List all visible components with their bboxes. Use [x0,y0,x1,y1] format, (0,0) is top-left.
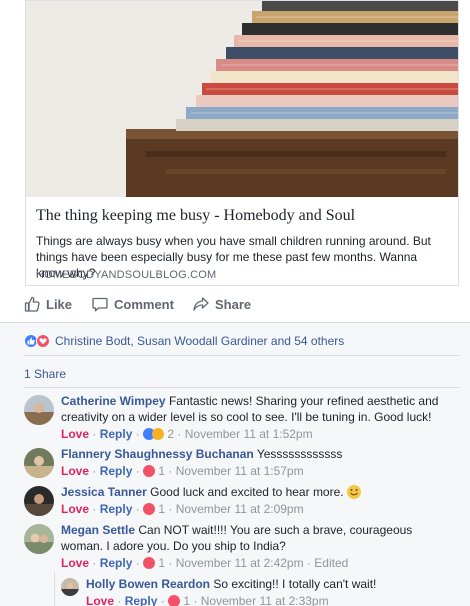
comment-body: Flannery Shaughnessy Buchanan Yessssssss… [61,446,451,479]
post-action-bar: Like Comment Share [24,292,454,318]
reaction-count[interactable]: 2 [167,427,174,441]
share-button[interactable]: Share [193,292,251,316]
comment-item: Catherine Wimpey Fantastic news! Sharing… [24,393,444,443]
edited-label[interactable]: Edited [314,556,348,570]
reply-link[interactable]: Reply [100,502,133,516]
link-preview-card[interactable]: The thing keeping me busy - Homebody and… [25,0,459,286]
like-button[interactable]: Like [24,292,72,316]
quilts-illustration [26,1,458,197]
love-reaction-icon [36,334,50,348]
love-link[interactable]: Love [61,464,89,478]
haha-reaction-icon [152,428,165,440]
share-count[interactable]: 1 Share [24,367,66,381]
love-link[interactable]: Love [86,594,114,606]
comment-author[interactable]: Jessica Tanner [61,485,147,499]
comment-meta: Love · Reply · 2 · November 11 at 1:52pm [61,427,313,441]
avatar[interactable] [24,448,54,478]
avatar[interactable] [24,524,54,554]
love-reaction-icon [168,595,181,606]
avatar[interactable] [61,578,79,596]
reply-body: Holly Bowen Reardon So exciting!! I tota… [86,576,456,606]
love-reaction-icon [143,503,156,515]
comment-timestamp[interactable]: November 11 at 2:09pm [176,502,304,516]
comment-meta: Love · Reply · 1 · November 11 at 2:42pm… [61,556,349,570]
reply-link[interactable]: Reply [100,427,133,441]
comment-button[interactable]: Comment [92,292,174,316]
reaction-count[interactable]: 1 [158,502,165,516]
reply-timestamp[interactable]: November 11 at 2:33pm [201,594,329,606]
reply-author[interactable]: Holly Bowen Reardon [86,577,210,591]
share-label: Share [215,296,252,312]
love-reaction-icon [143,557,156,569]
reactors-text[interactable]: Christine Bodt, Susan Woodall Gardiner a… [55,334,344,348]
comment-meta: Love · Reply · 1 · November 11 at 2:09pm [61,502,304,516]
comment-timestamp[interactable]: November 11 at 1:57pm [176,464,304,478]
reply-link[interactable]: Reply [125,594,158,606]
reply-link[interactable]: Reply [100,556,133,570]
love-link[interactable]: Love [61,427,89,441]
share-arrow-icon [193,297,209,311]
comment-timestamp[interactable]: November 11 at 1:52pm [185,427,313,441]
love-link[interactable]: Love [61,556,89,570]
comment-meta: Love · Reply · 1 · November 11 at 1:57pm [61,464,304,478]
love-link[interactable]: Love [61,502,89,516]
comment-item: Jessica Tanner Good luck and excited to … [24,484,444,518]
reply-thread-line [54,572,55,606]
link-title[interactable]: The thing keeping me busy - Homebody and… [36,207,355,225]
thumbs-up-icon [24,296,40,312]
reply-text: So exciting!! I totally can't wait! [213,577,377,591]
comment-body: Catherine Wimpey Fantastic news! Sharing… [61,393,451,442]
divider [24,355,460,356]
comment-item: Megan Settle Can NOT wait!!!! You are su… [24,522,444,570]
comment-text: Good luck and excited to hear more. [150,485,344,499]
comment-item: Flannery Shaughnessy Buchanan Yessssssss… [24,446,444,478]
comment-body: Megan Settle Can NOT wait!!!! You are su… [61,522,451,571]
comment-text: Yessssssssssss [256,447,343,461]
reaction-count[interactable]: 1 [158,464,165,478]
reaction-summary[interactable]: Christine Bodt, Susan Woodall Gardiner a… [24,333,344,349]
love-reaction-icon [143,465,156,477]
reaction-count[interactable]: 1 [158,556,165,570]
reply-meta: Love · Reply · 1 · November 11 at 2:33pm [86,594,329,606]
comment-bubble-icon [92,297,108,312]
comment-author[interactable]: Megan Settle [61,523,135,537]
avatar[interactable] [24,395,54,425]
reaction-count[interactable]: 1 [183,594,190,606]
comment-timestamp[interactable]: November 11 at 2:42pm [176,556,304,570]
reply-link[interactable]: Reply [100,464,133,478]
smiley-emoji-icon [346,485,361,499]
comment-body: Jessica Tanner Good luck and excited to … [61,484,451,517]
comment-label: Comment [114,296,174,312]
comment-author[interactable]: Catherine Wimpey [61,394,166,408]
link-domain[interactable]: HOMEBODYANDSOULBLOG.COM [36,269,216,281]
like-label: Like [46,296,73,312]
comment-author[interactable]: Flannery Shaughnessy Buchanan [61,447,254,461]
divider [24,387,460,388]
post-image-folded-quilts[interactable] [26,1,458,197]
avatar[interactable] [24,486,54,516]
